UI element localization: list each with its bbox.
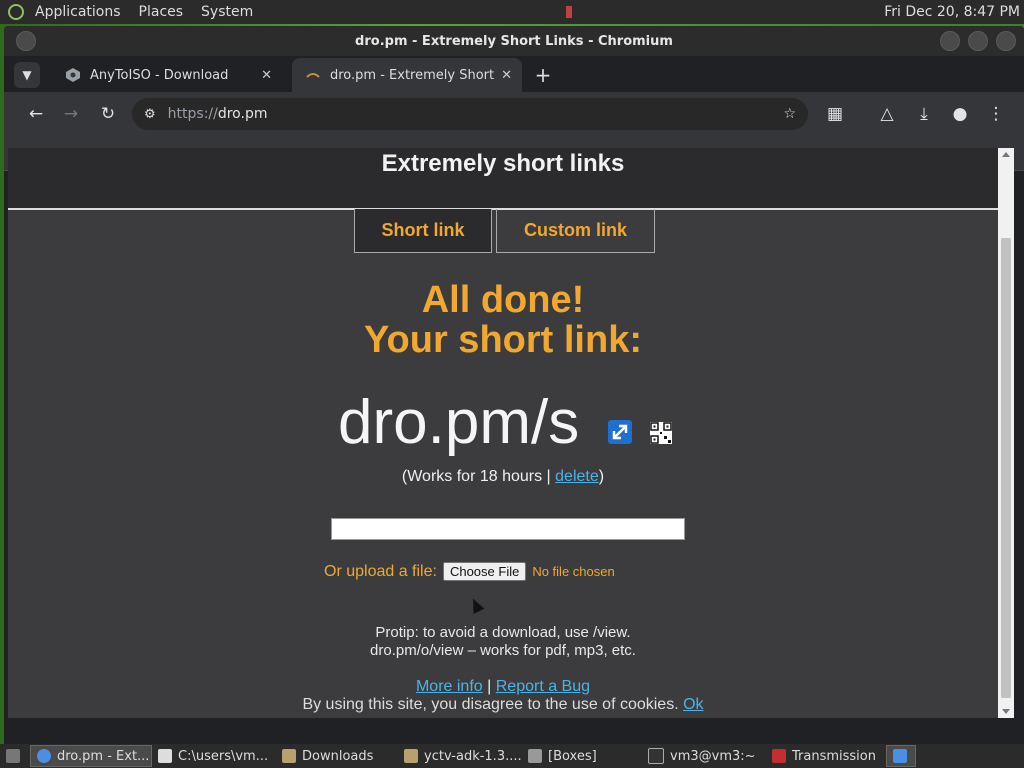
- tab-short-link[interactable]: Short link: [354, 209, 492, 253]
- protip-line-1: Protip: to avoid a download, use /view.: [375, 624, 631, 641]
- window-menu-icon[interactable]: [16, 31, 36, 51]
- taskbar-item-terminal[interactable]: vm3@vm3:~: [642, 745, 766, 767]
- tray-icon[interactable]: [566, 6, 573, 18]
- show-desktop-button[interactable]: [0, 745, 30, 767]
- tab-label: AnyToISO - Download: [90, 67, 229, 83]
- desktop-icon: [6, 749, 20, 763]
- url-textarea[interactable]: [331, 518, 685, 540]
- web-page: Extremely short links Short link Custom …: [8, 148, 998, 718]
- close-tab-icon[interactable]: ✕: [501, 68, 512, 83]
- upload-label: Or upload a file:: [324, 562, 437, 580]
- short-link-text[interactable]: dro.pm/s: [338, 388, 579, 458]
- maximize-button[interactable]: [968, 31, 988, 51]
- scroll-up-arrow-icon[interactable]: [1002, 152, 1010, 157]
- expiry-suffix: ): [598, 468, 605, 485]
- new-tab-plus-icon[interactable]: +: [530, 62, 556, 88]
- cookie-banner: By using this site, you disagree to the …: [8, 696, 998, 714]
- close-window-button[interactable]: [996, 31, 1016, 51]
- protip-line-2: dro.pm/o/view – works for pdf, mp3, etc.: [370, 642, 636, 659]
- site-settings-icon[interactable]: ⚙: [144, 107, 156, 122]
- taskbar-item-yctv[interactable]: yctv-adk-1.3....: [398, 745, 522, 767]
- success-heading: All done! Your short link:: [8, 280, 998, 360]
- distro-logo-icon[interactable]: [8, 4, 24, 20]
- cookie-text: By using this site, you disagree to the …: [302, 696, 679, 713]
- tab-dropm[interactable]: dro.pm - Extremely Short Links ✕: [292, 58, 522, 92]
- protip: Protip: to avoid a download, use /view. …: [8, 624, 998, 660]
- minimize-button[interactable]: [940, 31, 960, 51]
- upload-row: Or upload a file: Choose File No file ch…: [324, 562, 615, 581]
- taskbar-label: Transmission: [792, 748, 876, 764]
- taskbar-item-transmission[interactable]: Transmission: [766, 745, 886, 767]
- done-line-2: Your short link:: [364, 319, 642, 361]
- taskbar-item-boxes[interactable]: [Boxes]: [522, 745, 642, 767]
- taskbar-label: yctv-adk-1.3....: [424, 748, 522, 764]
- choose-file-button[interactable]: Choose File: [442, 562, 527, 581]
- taskbar-item-terminal-7z[interactable]: C:\users\vm...: [152, 745, 276, 767]
- chromium-icon: [37, 749, 51, 763]
- workspace-icon: [893, 749, 907, 763]
- extensions-puzzle-icon[interactable]: ▦: [822, 101, 848, 127]
- taskbar-label: [Boxes]: [548, 748, 597, 764]
- folder-icon: [404, 749, 418, 763]
- mode-tabs: Short link Custom link: [354, 209, 655, 253]
- reload-icon[interactable]: ↻: [95, 101, 121, 127]
- bookmark-star-icon[interactable]: ☆: [783, 106, 796, 122]
- tab-custom-link[interactable]: Custom link: [496, 209, 655, 253]
- site-header: Extremely short links: [8, 148, 998, 210]
- no-file-status: No file chosen: [532, 564, 615, 579]
- address-bar[interactable]: ⚙ https://dro.pm ☆: [132, 98, 808, 130]
- tab-bar: ▼ AnyToISO - Download ✕ dro.pm - Extreme…: [4, 56, 1024, 92]
- url-host: dro.pm: [217, 106, 268, 122]
- folder-icon: [282, 749, 296, 763]
- scrollbar-thumb[interactable]: [1001, 238, 1011, 698]
- footer-links: More info | Report a Bug: [8, 678, 998, 696]
- taskbar-label: vm3@vm3:~: [670, 748, 756, 764]
- dropm-favicon-icon: [306, 73, 320, 78]
- clock[interactable]: Fri Dec 20, 8:47 PM: [884, 4, 1020, 20]
- menu-places[interactable]: Places: [130, 0, 193, 24]
- site-title: Extremely short links: [381, 150, 625, 177]
- 7zip-icon: [158, 749, 172, 763]
- cookie-ok-link[interactable]: Ok: [683, 696, 703, 713]
- back-arrow-icon[interactable]: ←: [23, 101, 49, 127]
- forward-arrow-icon[interactable]: →: [58, 101, 84, 127]
- qr-code-icon[interactable]: [650, 422, 672, 444]
- more-info-link[interactable]: More info: [416, 678, 483, 695]
- tab-anytoiso[interactable]: AnyToISO - Download ✕: [52, 58, 282, 92]
- download-icon[interactable]: ⤓: [911, 101, 937, 127]
- delete-link[interactable]: delete: [555, 468, 599, 485]
- labs-flask-icon[interactable]: △: [874, 101, 900, 127]
- taskbar-item-downloads[interactable]: Downloads: [276, 745, 398, 767]
- transmission-icon: [772, 749, 786, 763]
- footer-separator: |: [487, 678, 492, 695]
- tab-search-chevron-icon[interactable]: ▼: [14, 62, 40, 88]
- terminal-icon: [648, 748, 664, 764]
- done-line-1: All done!: [421, 279, 585, 321]
- workspace-switcher[interactable]: [886, 745, 916, 767]
- report-bug-link[interactable]: Report a Bug: [496, 678, 590, 695]
- taskbar-label: Downloads: [302, 748, 374, 764]
- browser-toolbar: ← → ↻ ⚙ https://dro.pm ☆ ▦ △ ⤓ ● ⋮: [4, 92, 1024, 136]
- open-external-icon[interactable]: [608, 420, 632, 444]
- window-title: dro.pm - Extremely Short Links - Chromiu…: [355, 33, 673, 49]
- page-scrollbar[interactable]: [998, 148, 1014, 718]
- taskbar: dro.pm - Ext... C:\users\vm... Downloads…: [0, 744, 1024, 768]
- taskbar-label: C:\users\vm...: [178, 748, 269, 764]
- menu-system[interactable]: System: [192, 0, 262, 24]
- taskbar-item-browser[interactable]: dro.pm - Ext...: [30, 745, 152, 767]
- tab-label: dro.pm - Extremely Short Links: [330, 67, 495, 83]
- anytoiso-favicon-icon: [66, 68, 80, 82]
- kebab-menu-icon[interactable]: ⋮: [983, 101, 1009, 127]
- expiry-note: (Works for 18 hours | delete): [8, 468, 998, 486]
- profile-avatar-icon[interactable]: ●: [947, 101, 973, 127]
- url-scheme: https://: [167, 106, 218, 122]
- boxes-icon: [528, 749, 542, 763]
- taskbar-label: dro.pm - Ext...: [57, 748, 150, 764]
- expiry-prefix: (Works for 18 hours |: [401, 468, 556, 485]
- close-tab-icon[interactable]: ✕: [261, 68, 272, 83]
- window-titlebar[interactable]: dro.pm - Extremely Short Links - Chromiu…: [4, 26, 1024, 56]
- top-panel: Applications Places System Fri Dec 20, 8…: [0, 0, 1024, 24]
- scroll-down-arrow-icon[interactable]: [1002, 709, 1010, 714]
- menu-applications[interactable]: Applications: [26, 0, 130, 24]
